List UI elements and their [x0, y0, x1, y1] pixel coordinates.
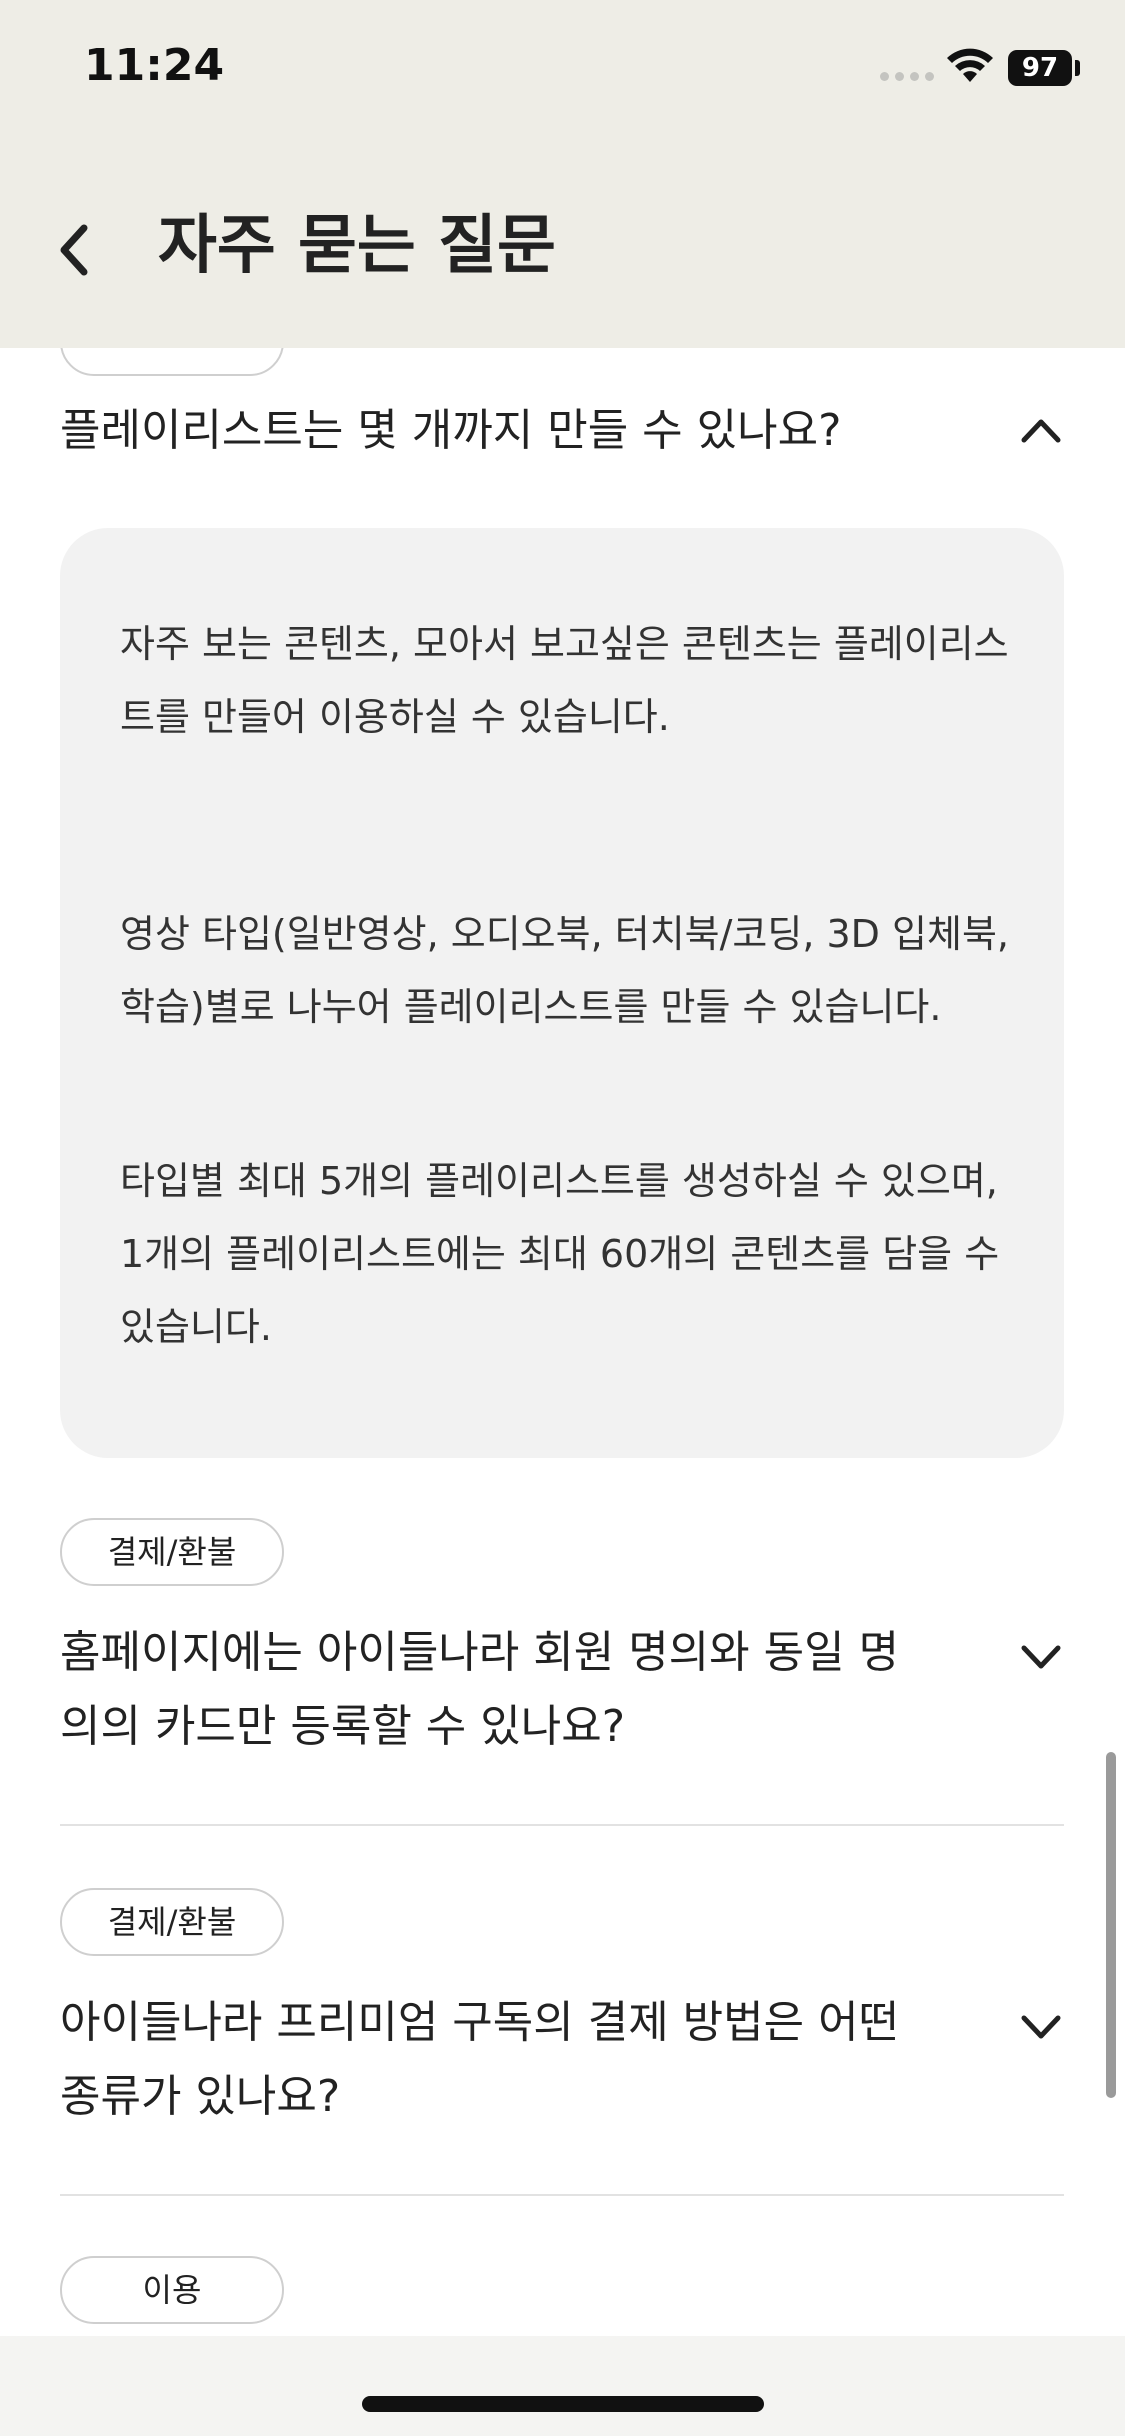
scrollbar[interactable]	[1106, 1752, 1116, 2098]
answer-paragraph: 영상 타입(일반영상, 오디오북, 터치북/코딩, 3D 입체북, 학습)별로 …	[120, 912, 1009, 1029]
chevron-down-icon[interactable]	[1016, 2006, 1066, 2046]
chevron-down-icon[interactable]	[1016, 1636, 1066, 1676]
category-tag: 결제/환불	[60, 1518, 284, 1586]
status-time: 11:24	[84, 40, 225, 91]
back-button[interactable]	[44, 210, 104, 290]
category-tag	[60, 348, 284, 376]
category-tag: 이용	[60, 2256, 284, 2324]
divider	[60, 2194, 1064, 2196]
faq-answer: 자주 보는 콘텐츠, 모아서 보고싶은 콘텐츠는 플레이리스트를 만들어 이용하…	[60, 528, 1064, 1458]
battery-icon: 97	[1008, 50, 1072, 86]
battery-tip	[1075, 60, 1080, 76]
faq-question[interactable]: 홈페이지에는 아이들나라 회원 명의와 동일 명의의 카드만 등록할 수 있나요…	[60, 1616, 920, 1764]
status-bar: 11:24 97	[0, 0, 1125, 150]
page-title: 자주 묻는 질문	[158, 209, 556, 283]
chevron-up-icon[interactable]	[1016, 410, 1066, 450]
home-indicator[interactable]	[362, 2396, 764, 2412]
faq-question[interactable]: 플레이리스트는 몇 개까지 만들 수 있나요?	[60, 394, 920, 468]
answer-paragraph: 자주 보는 콘텐츠, 모아서 보고싶은 콘텐츠는 플레이리스트를 만들어 이용하…	[120, 622, 1009, 739]
chevron-left-icon	[60, 224, 88, 276]
cellular-signal-icon	[880, 72, 934, 81]
wifi-icon	[947, 48, 993, 82]
home-bar-area	[0, 2336, 1125, 2436]
category-tag: 결제/환불	[60, 1888, 284, 1956]
divider	[60, 1824, 1064, 1826]
answer-paragraph: 타입별 최대 5개의 플레이리스트를 생성하실 수 있으며, 1개의 플레이리스…	[120, 1159, 1000, 1349]
faq-list[interactable]: 플레이리스트는 몇 개까지 만들 수 있나요? 자주 보는 콘텐츠, 모아서 보…	[0, 348, 1125, 2336]
faq-question[interactable]: 아이들나라 프리미엄 구독의 결제 방법은 어떤 종류가 있나요?	[60, 1986, 920, 2134]
app-header: 자주 묻는 질문	[0, 150, 1125, 348]
